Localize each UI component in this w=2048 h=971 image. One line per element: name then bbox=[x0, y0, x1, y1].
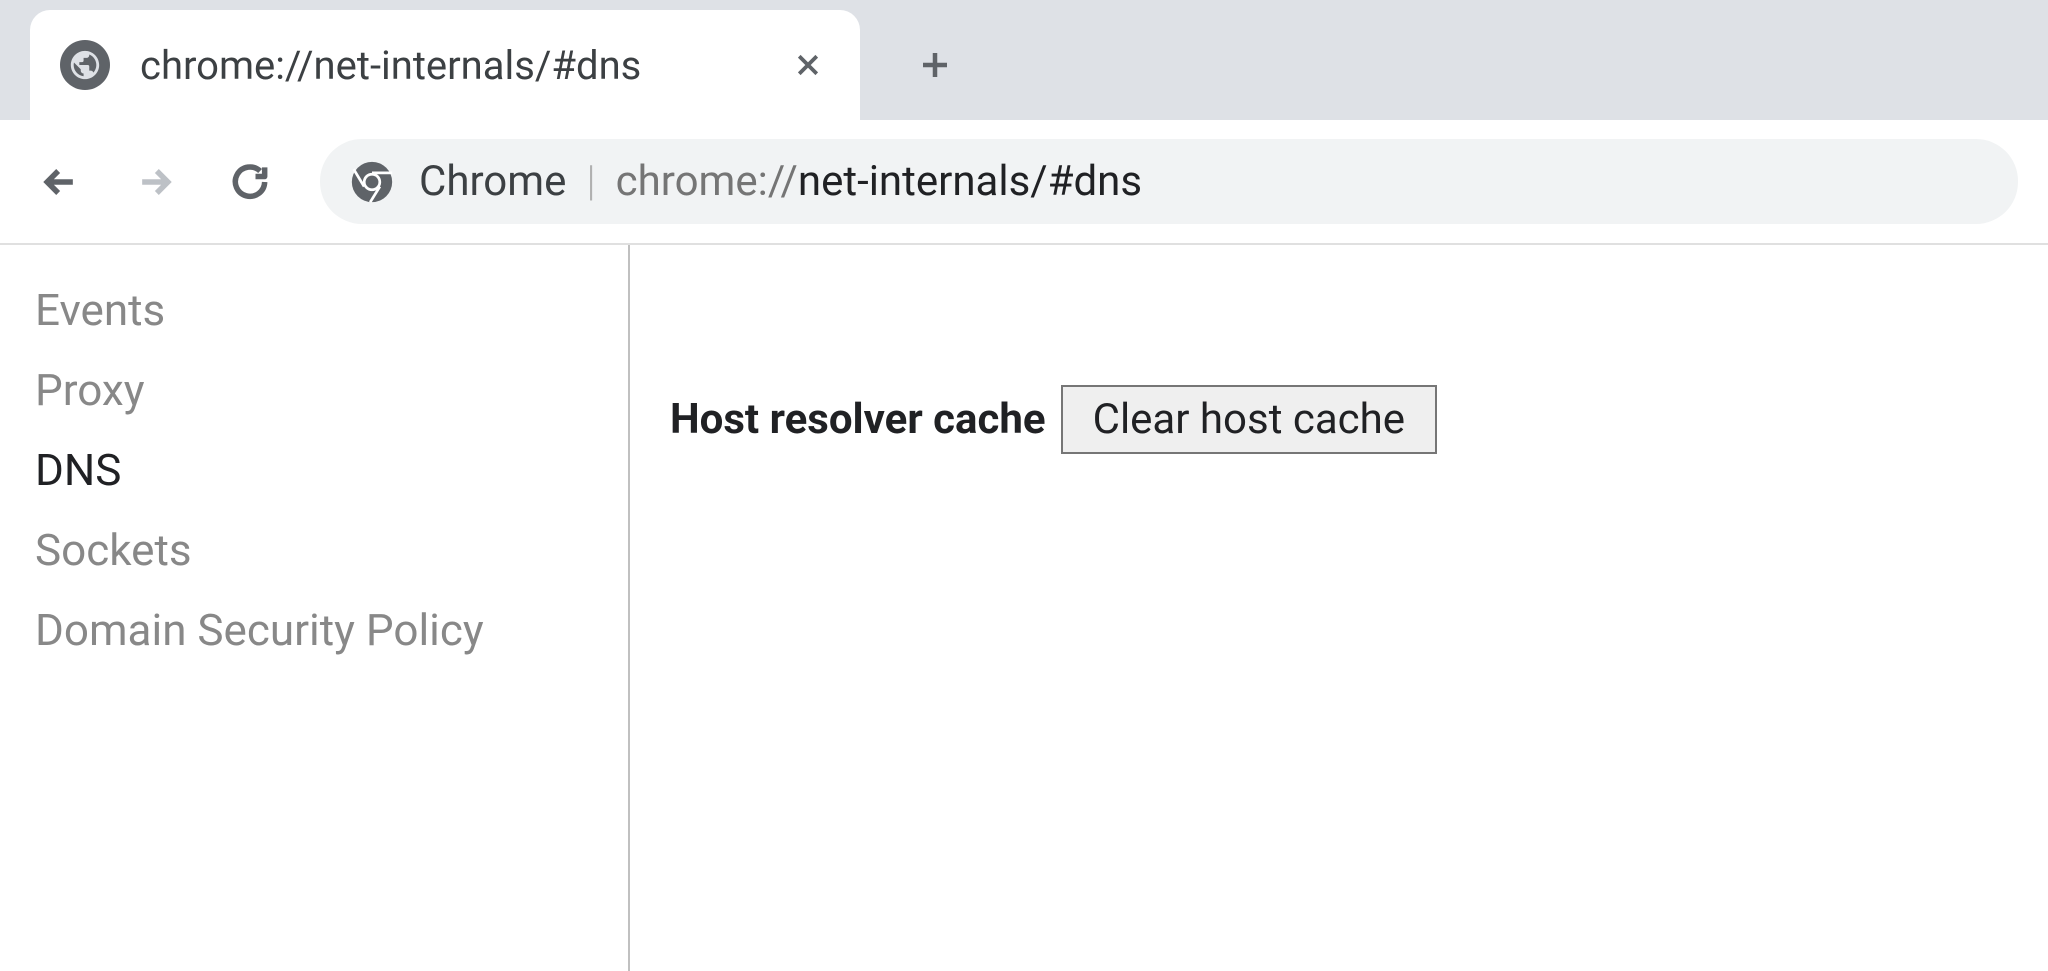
reload-button[interactable] bbox=[220, 152, 280, 212]
omnibox[interactable]: Chrome | chrome://net-internals/#dns bbox=[320, 139, 2018, 224]
omnibox-text: Chrome | chrome://net-internals/#dns bbox=[419, 157, 1142, 206]
omnibox-url-prefix: chrome:// bbox=[616, 157, 798, 206]
forward-button[interactable] bbox=[125, 152, 185, 212]
tab-strip: chrome://net-internals/#dns bbox=[0, 0, 2048, 120]
clear-host-cache-button[interactable]: Clear host cache bbox=[1061, 385, 1437, 454]
sidebar: EventsProxyDNSSocketsDomain Security Pol… bbox=[0, 245, 630, 971]
new-tab-button[interactable] bbox=[910, 40, 960, 90]
browser-tab[interactable]: chrome://net-internals/#dns bbox=[30, 10, 860, 120]
tab-title: chrome://net-internals/#dns bbox=[140, 42, 766, 89]
back-button[interactable] bbox=[30, 152, 90, 212]
sidebar-item-proxy[interactable]: Proxy bbox=[0, 350, 628, 430]
sidebar-item-dns[interactable]: DNS bbox=[0, 430, 628, 510]
omnibox-chrome-label: Chrome bbox=[419, 157, 566, 206]
nav-buttons bbox=[30, 152, 280, 212]
content: EventsProxyDNSSocketsDomain Security Pol… bbox=[0, 245, 2048, 971]
host-resolver-row: Host resolver cache Clear host cache bbox=[670, 385, 2008, 454]
omnibox-url-path: net-internals/#dns bbox=[798, 157, 1142, 206]
close-tab-button[interactable] bbox=[786, 43, 830, 87]
host-resolver-cache-label: Host resolver cache bbox=[670, 395, 1046, 444]
sidebar-item-events[interactable]: Events bbox=[0, 270, 628, 350]
toolbar: Chrome | chrome://net-internals/#dns bbox=[0, 120, 2048, 245]
sidebar-item-sockets[interactable]: Sockets bbox=[0, 510, 628, 590]
globe-icon bbox=[60, 40, 110, 90]
sidebar-item-domain-security-policy[interactable]: Domain Security Policy bbox=[0, 590, 628, 670]
main-panel: Host resolver cache Clear host cache bbox=[630, 245, 2048, 971]
omnibox-separator: | bbox=[586, 157, 595, 206]
chrome-icon bbox=[350, 160, 394, 204]
